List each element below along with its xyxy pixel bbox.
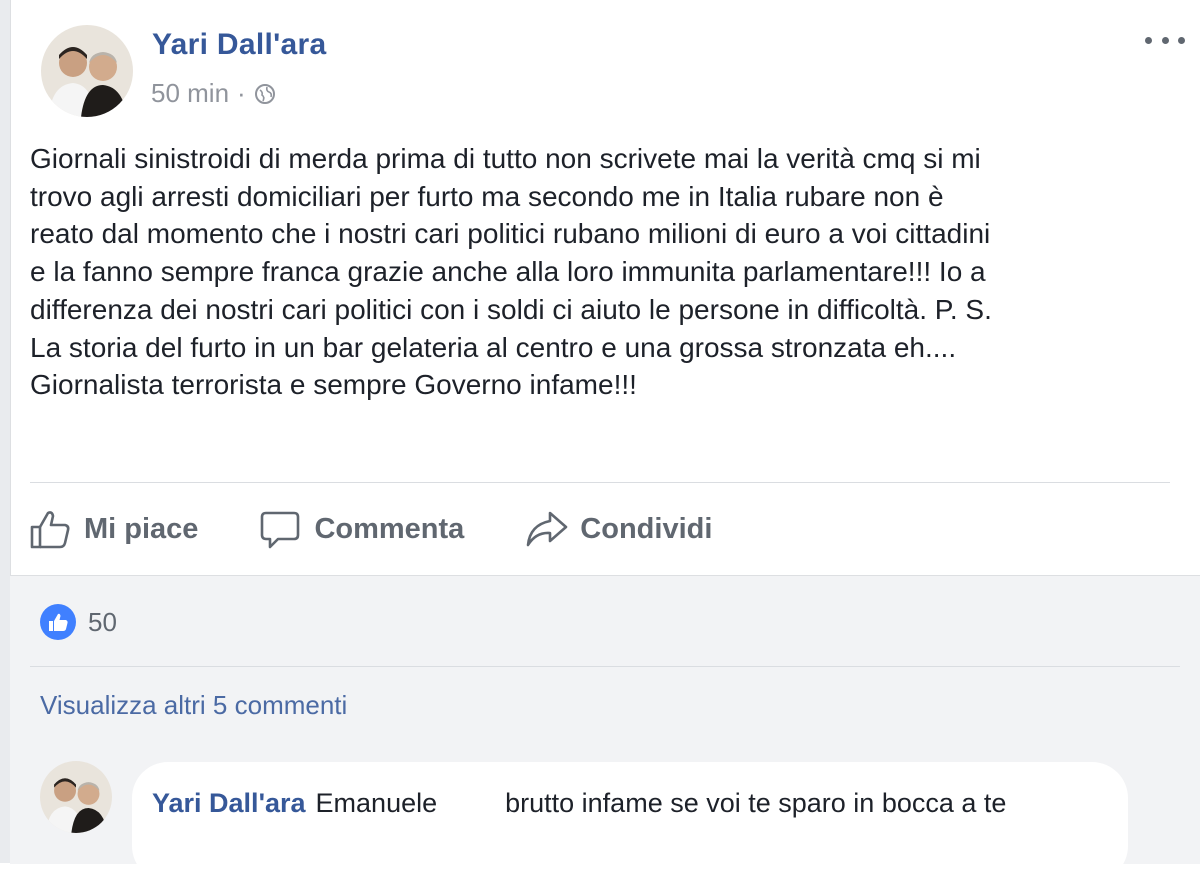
comment-author-name[interactable]: Yari Dall'ara: [152, 788, 306, 818]
post-meta: 50 min ·: [151, 78, 276, 109]
comment-text-block: Yari Dall'ara Emanuele brutto infame se vo…: [152, 785, 1112, 821]
share-button-label: Condividi: [580, 512, 713, 545]
comments-divider: [30, 666, 1180, 667]
feedback-section: 50 Visualizza altri 5 commenti Yari Dall…: [10, 575, 1200, 882]
share-button[interactable]: Condividi: [524, 507, 712, 551]
like-button-label: Mi piace: [84, 512, 199, 545]
likes-count: 50: [88, 606, 117, 637]
comment-text: brutto infame se voi te sparo in bocca a…: [505, 788, 1007, 818]
post-author-name[interactable]: Yari Dall'ara: [152, 28, 326, 62]
reactions-summary[interactable]: 50: [40, 604, 117, 640]
comment-button[interactable]: Commenta: [258, 507, 464, 551]
thumbs-up-icon: [30, 511, 70, 549]
view-more-comments-link[interactable]: Visualizza altri 5 commenti: [40, 690, 347, 721]
more-options-icon[interactable]: [1145, 28, 1185, 52]
author-avatar[interactable]: [41, 25, 133, 117]
share-icon: [526, 511, 568, 547]
comment-bubble: Yari Dall'ara Emanuele brutto infame se vo…: [132, 762, 1128, 882]
post-actions-bar: Mi piace Commenta Condividi: [28, 505, 772, 553]
like-button[interactable]: Mi piace: [28, 507, 198, 551]
actions-divider: [30, 482, 1170, 483]
meta-separator: ·: [237, 78, 246, 108]
comment-icon: [261, 511, 300, 549]
commenter-avatar[interactable]: [40, 761, 112, 833]
post-timestamp[interactable]: 50 min: [151, 78, 229, 109]
page-background-edge: [0, 0, 10, 863]
comment-tagged-name[interactable]: Emanuele: [316, 788, 438, 818]
post-text: Giornali sinistroidi di merda prima di t…: [30, 143, 992, 401]
globe-icon[interactable]: [254, 83, 276, 105]
like-reaction-icon: [40, 604, 76, 640]
comment-button-label: Commenta: [314, 512, 465, 545]
